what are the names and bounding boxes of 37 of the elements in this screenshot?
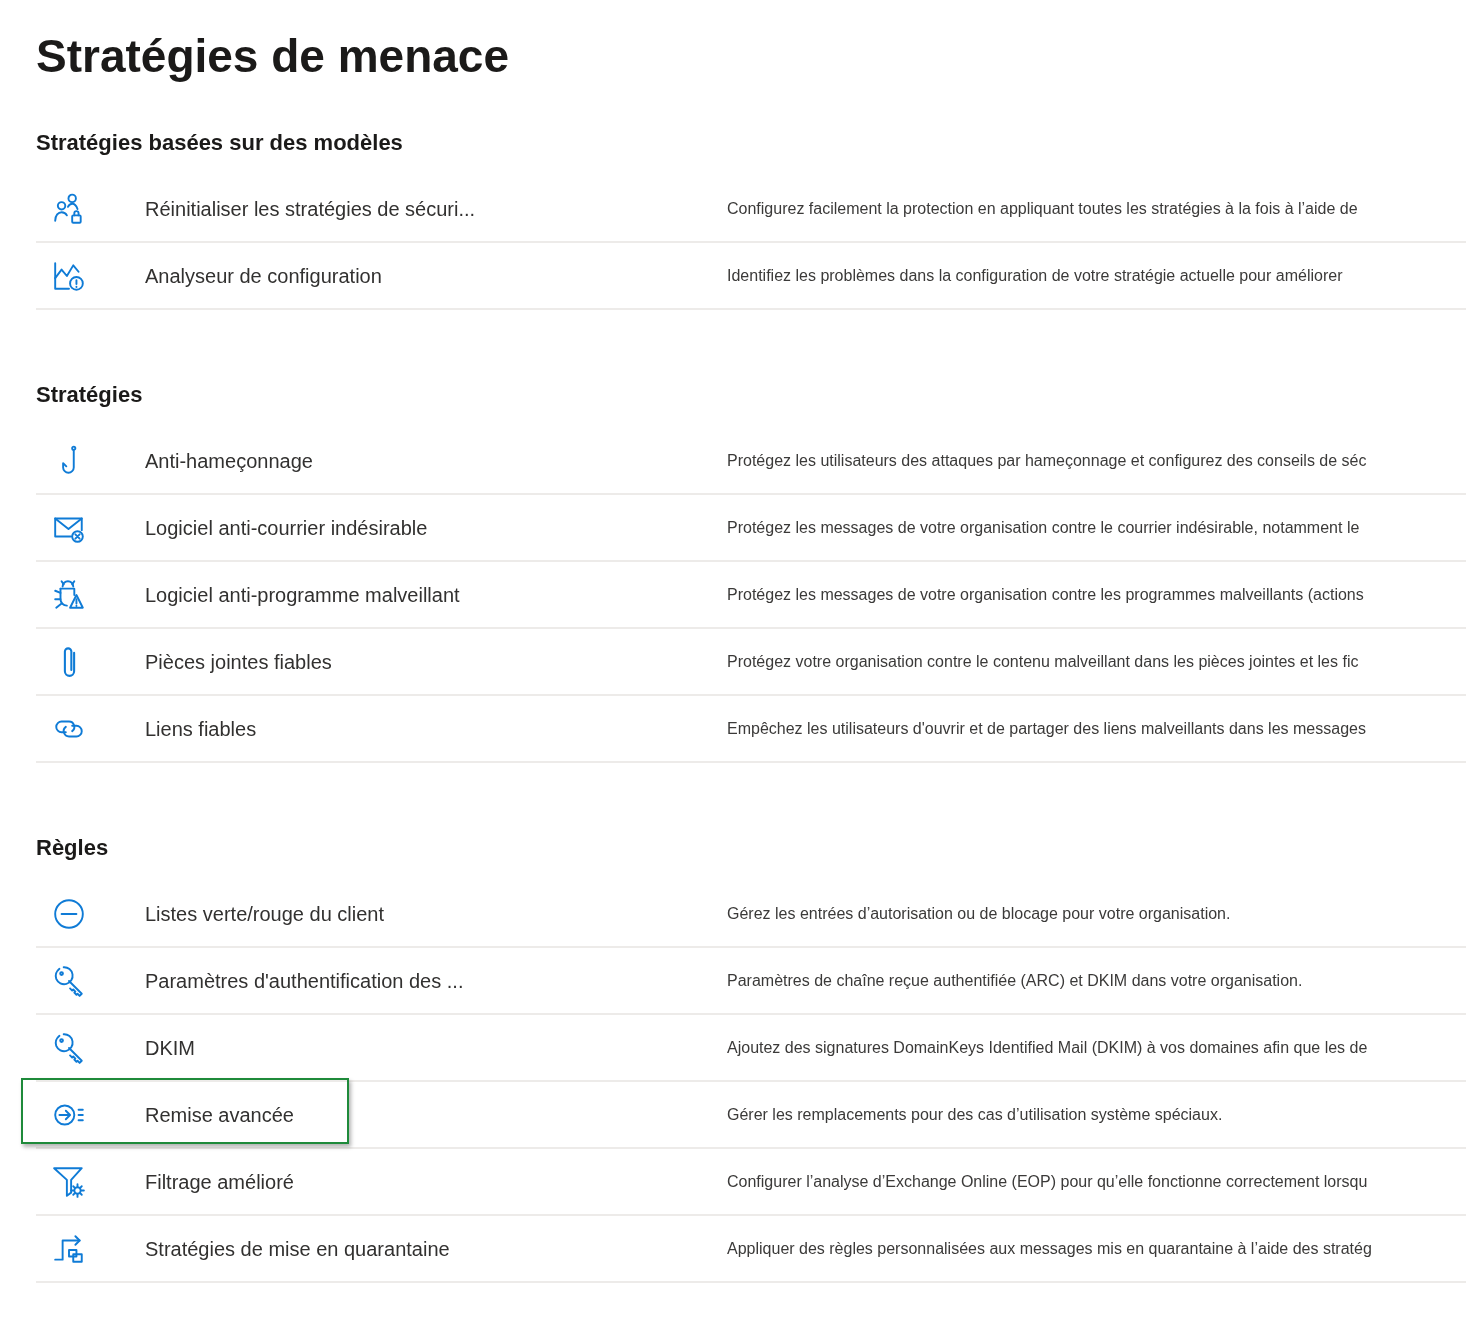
policy-name[interactable]: Logiciel anti-programme malveillant — [145, 579, 727, 610]
section-heading: Règles — [36, 834, 110, 862]
policy-name[interactable]: Listes verte/rouge du client — [145, 898, 727, 929]
policy-description: Protégez les messages de votre organisation contre les programmes malveillants (actions — [727, 584, 1364, 605]
policy-description: Configurez facilement la protection en appliquant toutes les stratégies à la fois à l’aide de — [727, 198, 1358, 219]
filter-gear-icon — [52, 1164, 86, 1199]
policy-name[interactable]: Filtrage amélioré — [145, 1166, 727, 1197]
policy-description: Protégez les messages de votre organisation contre le courrier indésirable, notamment le — [727, 517, 1360, 538]
paperclip-icon — [62, 646, 76, 677]
page-title: Stratégies de menace — [36, 29, 510, 84]
section-heading: Stratégies — [36, 381, 144, 409]
policy-name[interactable]: Analyseur de configuration — [145, 260, 727, 291]
policy-name[interactable]: Liens fiables — [145, 713, 727, 744]
policy-name[interactable]: Anti-hameçonnage — [145, 445, 727, 476]
hook-icon — [60, 444, 78, 477]
policy-description: Protégez votre organisation contre le contenu malveillant dans les pièces jointes et les fic — [727, 651, 1359, 672]
bug-warning-icon — [52, 577, 86, 612]
section-heading: Stratégies basées sur des modèles — [36, 129, 404, 157]
policy-description: Gérez les entrées d’autorisation ou de blocage pour votre organisation. — [727, 903, 1231, 924]
key-icon — [52, 1030, 86, 1065]
policy-name[interactable]: DKIM — [145, 1032, 727, 1063]
policy-description: Ajoutez des signatures DomainKeys Identified Mail (DKIM) à vos domaines afin que les de — [727, 1037, 1368, 1058]
policy-description: Empêchez les utilisateurs d'ouvrir et de partager des liens malveillants dans les messages — [727, 718, 1366, 739]
policy-name[interactable]: Remise avancée — [145, 1099, 727, 1130]
policy-description: Paramètres de chaîne reçue authentifiée (ARC) et DKIM dans votre organisation. — [727, 970, 1303, 991]
policy-name[interactable]: Pièces jointes fiables — [145, 646, 727, 677]
policy-description: Identifiez les problèmes dans la configuration de votre stratégie actuelle pour améliorer — [727, 265, 1343, 286]
key-icon — [52, 963, 86, 998]
policy-name[interactable]: Logiciel anti-courrier indésirable — [145, 512, 727, 543]
policy-description: Gérer les remplacements pour des cas d’utilisation système spéciaux. — [727, 1104, 1223, 1125]
policy-description: Configurer l’analyse d’Exchange Online (EOP) pour qu’elle fonctionne correctement lorsqu — [727, 1171, 1368, 1192]
policy-name[interactable]: Stratégies de mise en quarantaine — [145, 1233, 727, 1264]
policy-description: Protégez les utilisateurs des attaques par hameçonnage et configurez des conseils de séc — [727, 450, 1367, 471]
policy-name[interactable]: Réinitialiser les stratégies de sécuri... — [145, 193, 727, 224]
policy-description: Appliquer des règles personnalisées aux messages mis en quarantaine à l’aide des stratég — [727, 1238, 1372, 1259]
policy-name[interactable]: Paramètres d'authentification des ... — [145, 965, 727, 996]
minus-circle-icon — [52, 896, 86, 931]
